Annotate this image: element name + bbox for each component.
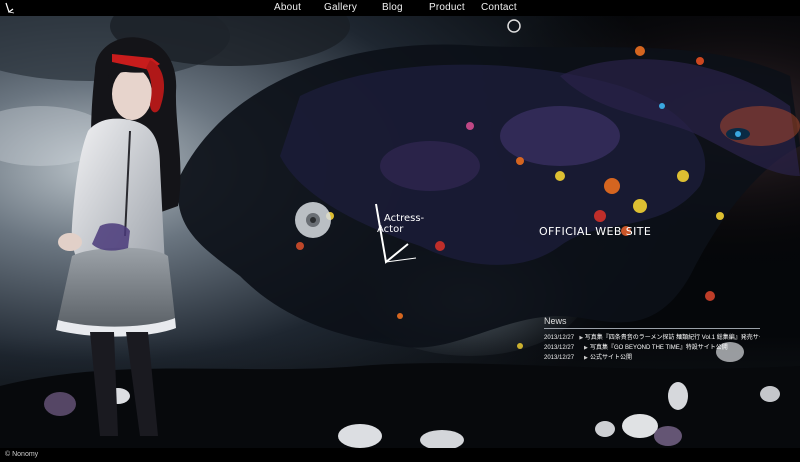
top-nav-bar: About Gallery Blog Product Contact — [0, 0, 800, 16]
brand-name-line1: Actress- — [384, 213, 425, 224]
news-heading: News — [544, 316, 760, 329]
brand-name-line2: Actor — [377, 224, 404, 235]
news-item[interactable]: 2013/12/27 ▶ 公式サイト公開 — [544, 353, 760, 363]
main-nav: About Gallery Blog Product Contact — [0, 0, 800, 16]
news-link[interactable]: 公式サイト公開 — [590, 353, 632, 363]
news-item[interactable]: 2013/12/27 ▶ 写真集『四条貴音のラーメン探訪 麺類紀行 Vol.1 … — [544, 333, 760, 343]
news-link[interactable]: 写真集『四条貴音のラーメン探訪 麺類紀行 Vol.1 総集編』発売サイト公開 — [585, 333, 760, 343]
news-date: 2013/12/27 — [544, 355, 575, 361]
nav-gallery[interactable]: Gallery — [324, 2, 357, 14]
official-site-tagline: OFFICIAL WEB SITE — [539, 225, 652, 238]
nav-about[interactable]: About — [274, 2, 301, 14]
nav-blog[interactable]: Blog — [382, 2, 403, 14]
nav-product[interactable]: Product — [429, 2, 465, 14]
news-item[interactable]: 2013/12/27 ▶ 写真集『GO BEYOND THE TIME』特設サイ… — [544, 343, 760, 353]
news-link[interactable]: 写真集『GO BEYOND THE TIME』特設サイト公開 — [590, 343, 728, 353]
news-date: 2013/12/27 — [544, 345, 575, 351]
copyright-text: © Nonomy — [5, 451, 39, 458]
news-section: News 2013/12/27 ▶ 写真集『四条貴音のラーメン探訪 麺類紀行 V… — [544, 316, 760, 363]
nav-contact[interactable]: Contact — [481, 2, 517, 14]
news-date: 2013/12/27 — [544, 335, 575, 341]
daisy-flower — [295, 202, 331, 238]
footer-bar: © Nonomy — [0, 448, 800, 462]
